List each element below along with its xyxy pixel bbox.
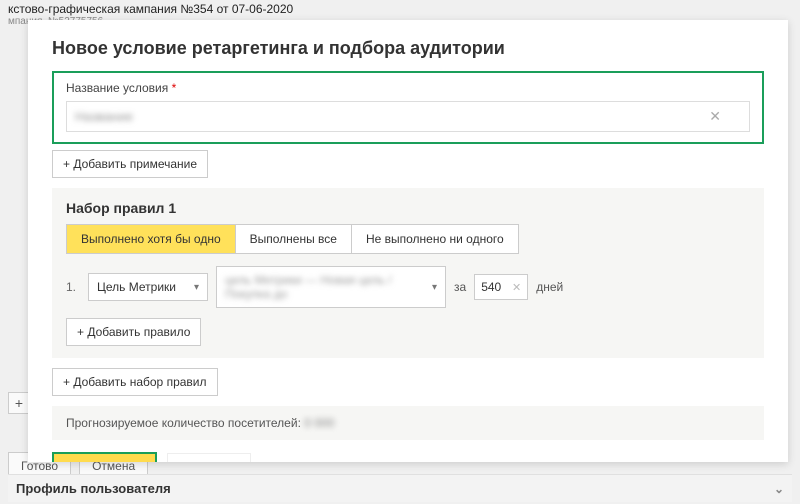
za-label: за [454,280,466,294]
add-note-button[interactable]: + Добавить примечание [52,150,208,178]
clear-icon[interactable]: ✕ [512,281,521,294]
goal-value-text: цель Метрики — Новая цель / Покупка до [225,273,422,301]
save-button[interactable]: Сохранить [54,454,155,462]
goal-type-select[interactable]: Цель Метрики ▾ [88,273,208,301]
ruleset-title: Набор правил 1 [66,200,750,216]
forecast-block: Прогнозируемое количество посетителей: 0… [52,406,764,440]
days-value: 540 [481,280,501,294]
segment-all[interactable]: Выполнены все [236,225,352,253]
rule-row: 1. Цель Метрики ▾ цель Метрики — Новая ц… [66,266,750,308]
goal-type-value: Цель Метрики [97,280,176,294]
retargeting-modal: Новое условие ретаргетинга и подбора ауд… [28,20,788,462]
ruleset-block: Набор правил 1 Выполнено хотя бы одно Вы… [52,188,764,358]
match-mode-segment: Выполнено хотя бы одно Выполнены все Не … [66,224,519,254]
rule-number: 1. [66,280,80,294]
campaign-header: кстово-графическая кампания №354 от 07-0… [8,0,792,16]
condition-name-input[interactable]: Название ✕ [66,101,750,132]
add-ruleset-button[interactable]: + Добавить набор правил [52,368,218,396]
segment-none[interactable]: Не выполнено ни одного [352,225,518,253]
condition-name-value: Название [75,109,133,124]
forecast-label: Прогнозируемое количество посетителей: [66,416,304,430]
chevron-down-icon: ▾ [194,282,199,293]
goal-value-select[interactable]: цель Метрики — Новая цель / Покупка до ▾ [216,266,446,308]
forecast-value: 0 000 [304,416,334,430]
cancel-button[interactable]: Отмена [167,453,252,462]
segment-at-least-one[interactable]: Выполнено хотя бы одно [67,225,236,253]
days-input[interactable]: 540 ✕ [474,274,528,300]
profile-section-label: Профиль пользователя [16,481,171,496]
condition-name-label: Название условия * [66,81,750,95]
condition-name-block: Название условия * Название ✕ [52,71,764,144]
modal-title: Новое условие ретаргетинга и подбора ауд… [52,38,764,59]
clear-icon[interactable]: ✕ [709,108,721,125]
chevron-down-icon: ⌄ [774,482,784,496]
required-asterisk: * [172,81,177,95]
days-label: дней [536,280,563,294]
bg-add-button[interactable]: + [8,392,30,414]
add-rule-button[interactable]: + Добавить правило [66,318,201,346]
chevron-down-icon: ▾ [432,282,437,293]
modal-footer: Сохранить Отмена [52,452,764,462]
profile-section-header[interactable]: Профиль пользователя ⌄ [8,474,792,502]
